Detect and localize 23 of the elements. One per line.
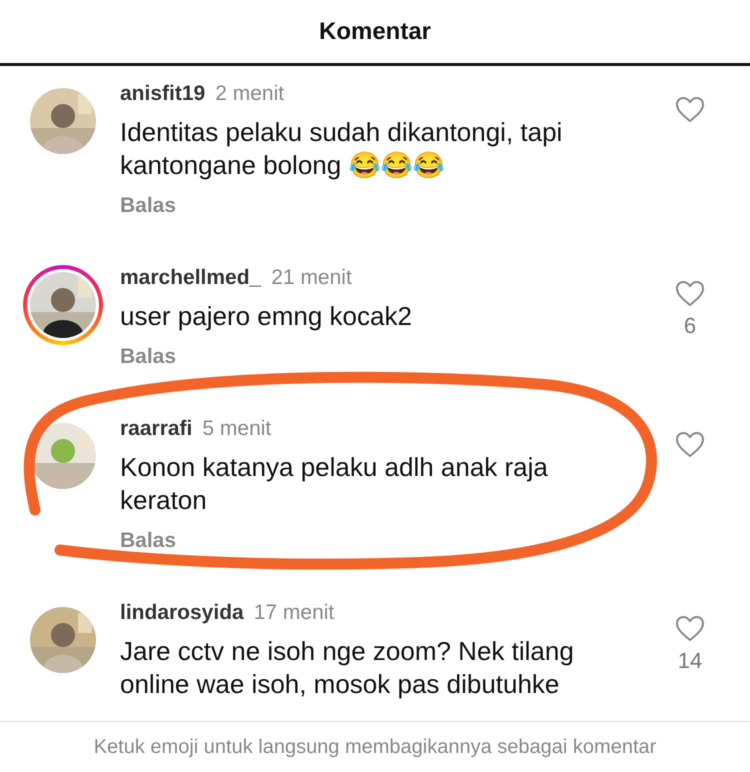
comment-text: user pajero emng kocak2 bbox=[120, 300, 413, 333]
comment-time: 21 menit bbox=[271, 266, 352, 290]
like-count: 14 bbox=[678, 648, 702, 674]
heart-icon[interactable] bbox=[675, 280, 705, 307]
comment-time: 17 menit bbox=[254, 601, 334, 625]
reply-link[interactable]: Balas bbox=[120, 529, 670, 553]
heart-icon[interactable] bbox=[675, 96, 705, 123]
reply-link[interactable]: Balas bbox=[120, 194, 670, 218]
username[interactable]: anisfit19 bbox=[120, 82, 206, 106]
comment-text: Konon katanya pelaku adlh anak raja keraton bbox=[120, 451, 549, 517]
comment-text: Jare cctv ne isoh nge zoom? Nek tilang online wae isoh, mosok pas dibutuhke bbox=[120, 635, 575, 701]
reply-link[interactable]: Balas bbox=[120, 345, 670, 369]
username[interactable]: lindarosyida bbox=[120, 601, 244, 625]
heart-icon[interactable] bbox=[675, 615, 705, 642]
username[interactable]: marchellmed_ bbox=[120, 266, 262, 290]
username[interactable]: raarrafi bbox=[120, 417, 192, 441]
like-count: 6 bbox=[684, 313, 696, 339]
page-title: Komentar bbox=[318, 18, 432, 46]
emoji-hint: Ketuk emoji untuk langsung membagikannya sebagai komentar bbox=[94, 736, 656, 759]
heart-icon[interactable] bbox=[675, 431, 705, 458]
comment-text: Identitas pelaku sudah dikantongi, tapi kantongane bolong 😂😂😂 bbox=[120, 116, 564, 182]
comment-time: 2 menit bbox=[215, 82, 284, 106]
comment-time: 5 menit bbox=[202, 417, 272, 441]
